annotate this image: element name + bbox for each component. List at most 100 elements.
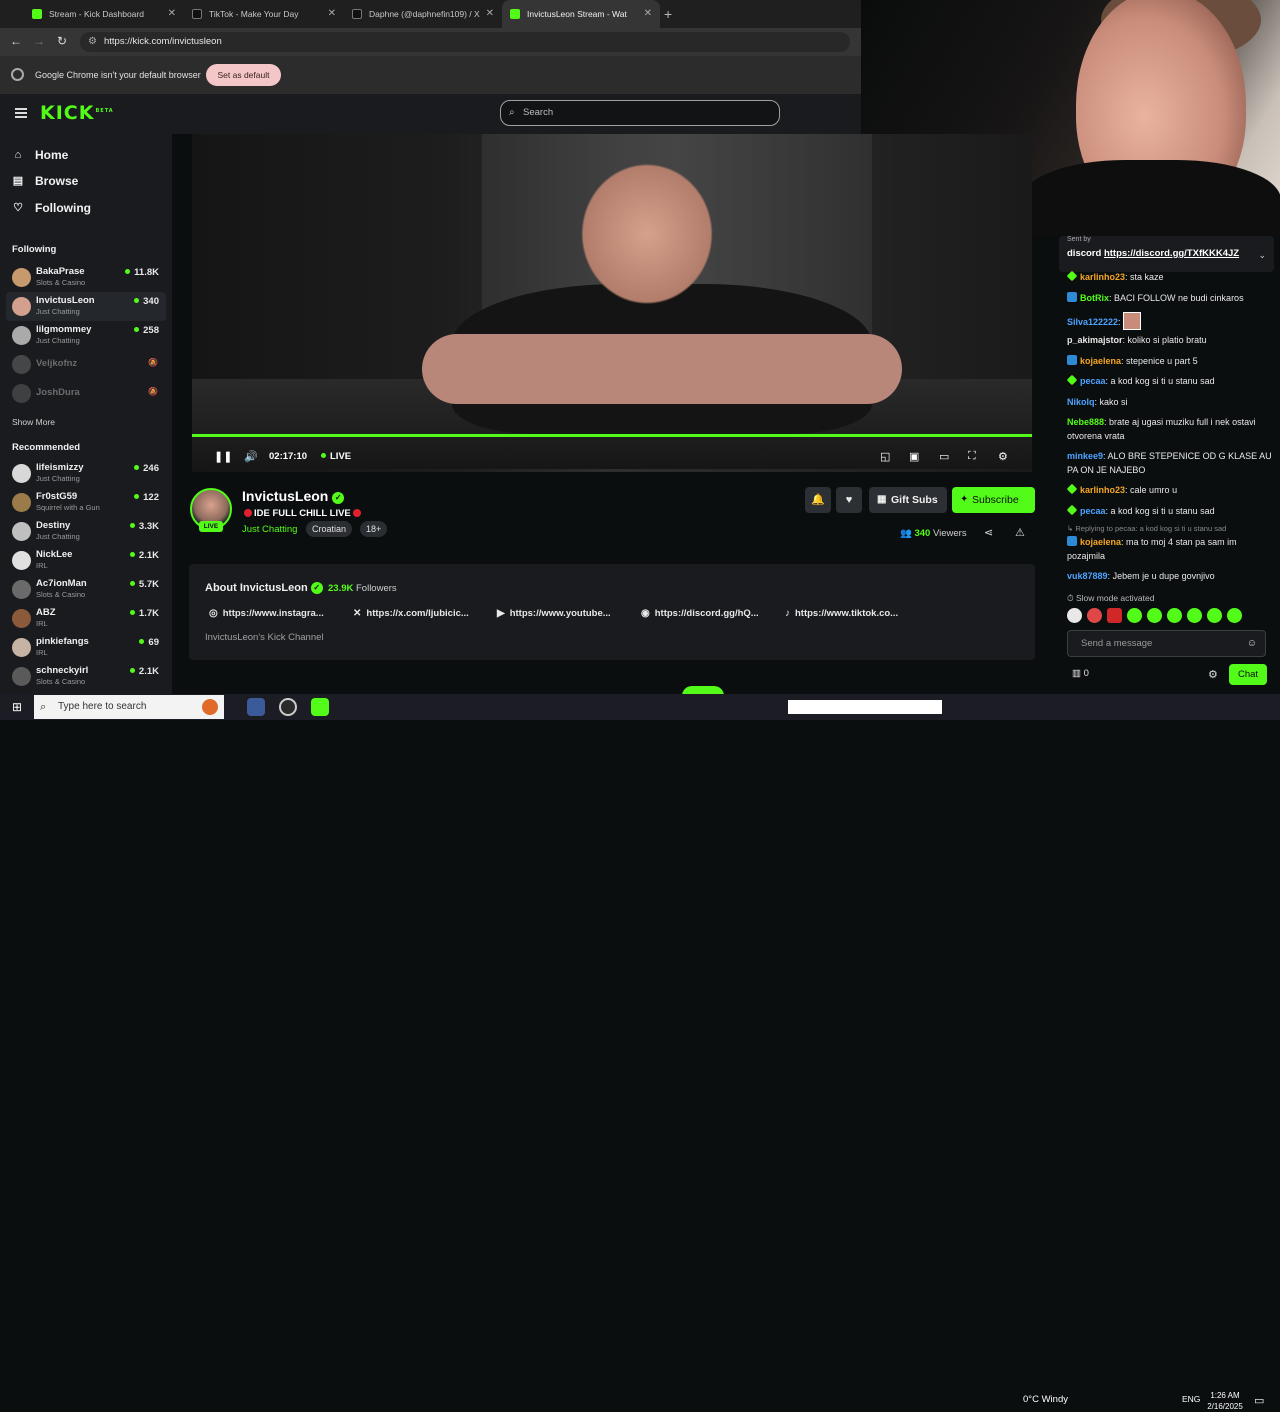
chat-username[interactable]: BotRix — [1080, 293, 1109, 303]
chat-username[interactable]: pecaa — [1080, 376, 1106, 386]
volume-icon[interactable]: 🔊 — [244, 450, 258, 463]
browser-tab[interactable]: Daphne (@daphnefin109) / X ✕ — [344, 0, 502, 28]
chevron-down-icon[interactable]: ⌄ — [1258, 250, 1266, 261]
follow-heart-button[interactable]: ♥ — [836, 487, 862, 513]
emote-icon[interactable] — [1167, 608, 1182, 623]
theater-mode-icon[interactable]: ▭ — [939, 450, 949, 463]
new-tab-icon[interactable]: + — [664, 6, 672, 22]
browser-tab[interactable]: Stream - Kick Dashboard ✕ — [24, 0, 184, 28]
taskbar-input-box[interactable] — [788, 700, 942, 714]
video-progress-bar[interactable] — [192, 434, 1032, 437]
obs-taskbar-icon[interactable] — [279, 698, 297, 716]
chat-username[interactable]: pecaa — [1080, 506, 1106, 516]
emote-icon[interactable] — [1107, 608, 1122, 623]
notification-center-icon[interactable]: ▭ — [1254, 1394, 1264, 1407]
social-link-instagram[interactable]: ◎ https://www.instagra... — [209, 608, 324, 619]
report-icon[interactable]: ⚠ — [1015, 526, 1025, 539]
back-icon[interactable]: ← — [10, 34, 22, 48]
kick-taskbar-icon[interactable] — [311, 698, 329, 716]
language-indicator[interactable]: ENG — [1182, 1394, 1200, 1404]
close-tab-icon[interactable]: ✕ — [168, 8, 176, 19]
nav-browse[interactable]: ▤ Browse — [12, 174, 79, 188]
chat-send-button[interactable]: Chat — [1229, 664, 1267, 685]
subscribe-button[interactable]: ✦ Subscribe — [952, 487, 1035, 513]
sidebar-channel-schneckyirl[interactable]: schneckyirl Slots & Casino 2.1K — [6, 662, 166, 691]
miniplayer-icon[interactable]: ◱ — [880, 450, 890, 463]
chat-settings-icon[interactable]: ⚙ — [1208, 668, 1218, 681]
channel-points[interactable]: ▥ 0 — [1072, 668, 1089, 679]
chrome-taskbar-icon[interactable] — [247, 698, 265, 716]
chat-username[interactable]: Nikolq — [1067, 397, 1095, 407]
browser-tab-active[interactable]: InvictusLeon Stream - Wat ✕ — [502, 0, 660, 28]
emote-icon[interactable] — [1127, 608, 1142, 623]
taskbar-clock[interactable]: 1:26 AM 2/16/2025 — [1200, 1390, 1250, 1412]
sidebar-channel-pinkiefangs[interactable]: pinkiefangs IRL 69 — [6, 633, 166, 662]
sidebar-channel-nicklee[interactable]: NickLee IRL 2.1K — [6, 546, 166, 575]
emote-icon[interactable] — [1147, 608, 1162, 623]
nav-following[interactable]: ♡ Following — [12, 201, 91, 215]
chat-username[interactable]: minkee9 — [1067, 451, 1103, 461]
sidebar-channel-fr0stg59[interactable]: Fr0stG59 Squirrel with a Gun 122 — [6, 488, 166, 517]
sidebar-channel-ac7ionman[interactable]: Ac7ionMan Slots & Casino 5.7K — [6, 575, 166, 604]
nav-home[interactable]: ⌂ Home — [12, 148, 69, 162]
social-link-x[interactable]: ✕ https://x.com/ljubicic... — [353, 608, 469, 619]
notification-bell-button[interactable]: 🔔 — [805, 487, 831, 513]
url-input[interactable]: ⚙ https://kick.com/invictusleon — [80, 32, 850, 52]
emote-icon[interactable] — [1227, 608, 1242, 623]
close-tab-icon[interactable]: ✕ — [486, 8, 494, 19]
social-link-tiktok[interactable]: ♪ https://www.tiktok.co... — [785, 608, 898, 619]
sidebar-channel-invictusleon[interactable]: InvictusLeon Just Chatting 340 — [6, 292, 166, 321]
chat-message-input[interactable]: Send a message ☺ — [1067, 630, 1266, 657]
sidebar-channel-joshdura[interactable]: JoshDura 🔕 — [6, 379, 166, 408]
windows-start-icon[interactable]: ⊞ — [12, 700, 22, 714]
emote-icon[interactable] — [1067, 608, 1082, 623]
chat-username[interactable]: p_akimajstor — [1067, 335, 1123, 345]
sidebar-channel-veljkofnz[interactable]: Veljkofnz 🔕 — [6, 350, 166, 379]
social-link-youtube[interactable]: ▶ https://www.youtube... — [497, 608, 611, 619]
tag-croatian[interactable]: Croatian — [306, 521, 353, 537]
pause-icon[interactable]: ❚❚ — [214, 450, 232, 463]
sidebar-channel-lifeismizzy[interactable]: lifeismizzy Just Chatting 246 — [6, 459, 166, 488]
set-default-button[interactable]: Set as default — [206, 64, 281, 86]
site-info-icon[interactable]: ⚙ — [88, 32, 97, 52]
menu-icon[interactable] — [15, 108, 27, 118]
sidebar-channel-lilgmommey[interactable]: lilgmommey Just Chatting 258 — [6, 321, 166, 350]
forward-icon[interactable]: → — [33, 34, 45, 48]
fullscreen-icon[interactable]: ⛶ — [968, 450, 976, 463]
settings-gear-icon[interactable]: ⚙ — [998, 450, 1008, 463]
social-link-discord[interactable]: ◉ https://discord.gg/hQ... — [641, 608, 759, 619]
search-input[interactable]: ⌕ Search — [500, 100, 780, 126]
video-player[interactable] — [192, 134, 1032, 472]
clip-icon[interactable]: ▣ — [909, 450, 919, 463]
reload-icon[interactable]: ↻ — [57, 34, 67, 48]
emote-icon[interactable] — [1087, 608, 1102, 623]
chat-username[interactable]: kojaelena — [1080, 537, 1121, 547]
stream-category-link[interactable]: Just Chatting — [242, 524, 297, 535]
chat-username[interactable]: Silva122222 — [1067, 317, 1118, 327]
emoji-picker-icon[interactable]: ☺ — [1247, 631, 1257, 656]
emote-icon[interactable] — [1187, 608, 1202, 623]
tag-18plus[interactable]: 18+ — [360, 521, 388, 537]
weather-widget[interactable]: 0°C Windy — [1023, 1394, 1068, 1405]
gift-subs-button[interactable]: ▦ Gift Subs — [869, 487, 947, 513]
channel-name-heading[interactable]: InvictusLeon ✓ — [242, 488, 345, 504]
sidebar-channel-bakaprase[interactable]: BakaPrase Slots & Casino 11.8K — [6, 263, 166, 292]
taskbar-search-input[interactable]: ⌕ Type here to search — [34, 695, 224, 719]
chat-username[interactable]: kojaelena — [1080, 356, 1121, 366]
chat-username[interactable]: karlinho23 — [1080, 485, 1125, 495]
sidebar-channel-abz[interactable]: ABZ IRL 1.7K — [6, 604, 166, 633]
emote-icon[interactable] — [1207, 608, 1222, 623]
sidebar-channel-destiny[interactable]: Destiny Just Chatting 3.3K — [6, 517, 166, 546]
chat-username[interactable]: karlinho23 — [1080, 272, 1125, 282]
pinned-link[interactable]: https://discord.gg/TXfKKK4JZ — [1104, 248, 1239, 259]
share-icon[interactable]: ⋖ — [984, 526, 993, 539]
chat-username[interactable]: Nebe888 — [1067, 417, 1104, 427]
close-tab-icon[interactable]: ✕ — [644, 8, 652, 19]
pinned-message[interactable]: Sent by discord https://discord.gg/TXfKK… — [1059, 236, 1274, 272]
chat-username[interactable]: vuk87889 — [1067, 571, 1108, 581]
home-icon: ⌂ — [14, 149, 22, 161]
close-tab-icon[interactable]: ✕ — [328, 8, 336, 19]
browser-tab[interactable]: TikTok - Make Your Day ✕ — [184, 0, 344, 28]
kick-logo[interactable]: KICKBETA — [40, 102, 114, 124]
show-more-link[interactable]: Show More — [12, 417, 55, 427]
